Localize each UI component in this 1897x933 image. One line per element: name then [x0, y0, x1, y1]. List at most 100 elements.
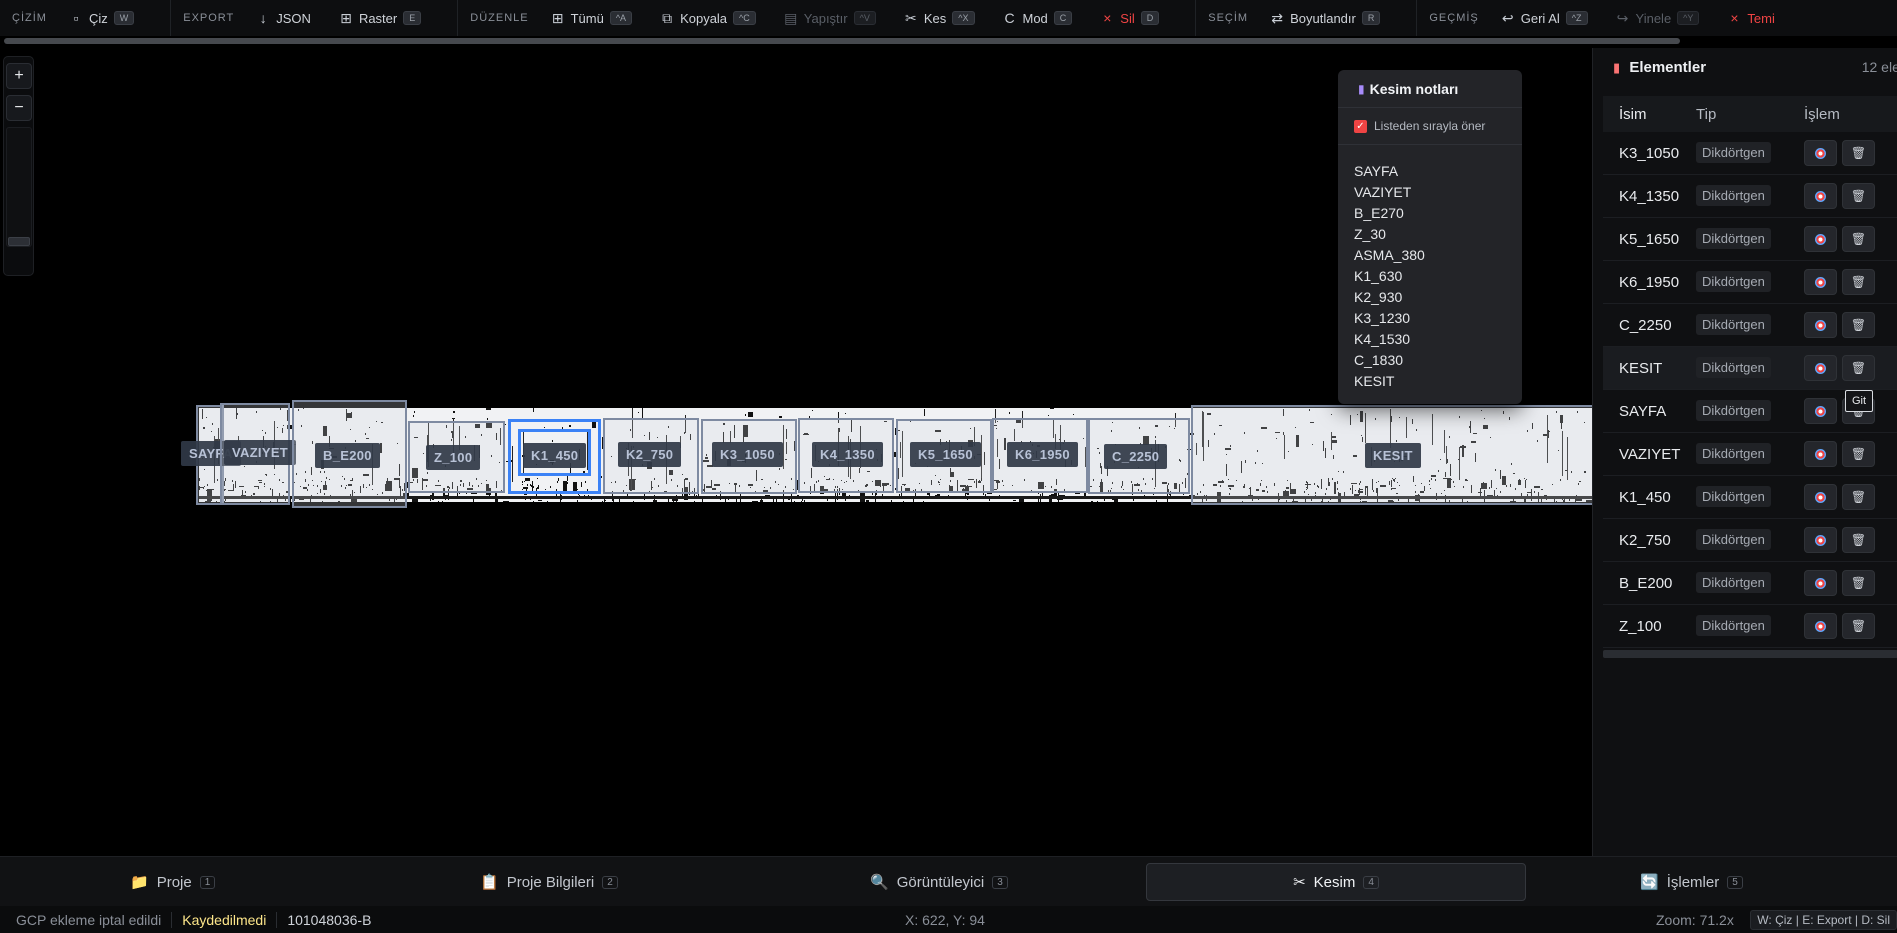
element-name: VAZIYET — [1619, 445, 1681, 463]
geri-al-button[interactable]: ↩ Geri Al ^Z — [1501, 10, 1588, 27]
toolbar-group-label: DÜZENLE — [470, 12, 529, 24]
tumu-button[interactable]: ⊞ Tümü ^A — [551, 10, 633, 27]
raster-button[interactable]: ⊞ Raster E — [339, 9, 422, 27]
scissors-icon: ✂ — [1293, 874, 1306, 891]
tab-proje[interactable]: 📁 Proje 1 — [130, 863, 216, 901]
goto-button[interactable] — [1804, 484, 1837, 510]
goto-button[interactable] — [1804, 226, 1837, 252]
toolbar-button-label: Mod — [1022, 10, 1048, 26]
delete-element-button[interactable]: 🗑 — [1842, 183, 1875, 209]
cut-region-label: K1_450 — [523, 443, 587, 468]
table-row[interactable]: C_2250 Dikdörtgen 🗑 — [1603, 304, 1897, 347]
elements-title-text: Elementler — [1629, 58, 1707, 76]
cut-note-item: ASMA_380 — [1354, 247, 1425, 263]
horizontal-scrollbar[interactable] — [4, 38, 1680, 44]
trash-icon: 🗑 — [1850, 361, 1867, 375]
delete-element-button[interactable]: 🗑 — [1842, 140, 1875, 166]
cut-region-label: K2_750 — [618, 442, 682, 467]
table-row[interactable]: Z_100 Dikdörtgen 🗑 — [1603, 605, 1897, 648]
goto-button[interactable] — [1804, 269, 1837, 295]
kopyala-button[interactable]: ⧉ Kopyala ^C — [660, 10, 756, 27]
toolbar-button-label: Tümü — [570, 10, 604, 26]
cut-region-label: KESIT — [1365, 443, 1421, 468]
cut-note-item: VAZIYET — [1354, 184, 1412, 200]
table-row[interactable]: B_E200 Dikdörtgen 🗑 — [1603, 562, 1897, 605]
status-separator — [171, 911, 173, 928]
shortcut-key: 2 — [602, 875, 618, 889]
goto-button[interactable] — [1804, 570, 1837, 596]
zoom-in-button[interactable]: + — [6, 63, 32, 89]
tab-i-slemler[interactable]: 🔄 İşlemler 5 — [1640, 863, 1743, 901]
shortcut-key: D — [1140, 11, 1160, 25]
table-row[interactable]: K5_1650 Dikdörtgen 🗑 — [1603, 218, 1897, 261]
element-type-badge: Dikdörtgen — [1696, 443, 1771, 464]
element-actions: 🗑 — [1804, 140, 1875, 166]
cut-region-label: C_2250 — [1104, 444, 1168, 469]
target-icon — [1815, 577, 1826, 589]
element-name: Z_100 — [1619, 617, 1662, 635]
suggest-from-list-checkbox[interactable]: ✓ — [1354, 119, 1367, 133]
goto-button[interactable] — [1804, 355, 1837, 381]
goto-button[interactable] — [1804, 613, 1837, 639]
table-row[interactable]: K2_750 Dikdörtgen 🗑 — [1603, 519, 1897, 562]
tab-label: Proje Bilgileri — [506, 873, 595, 891]
tab-kesim[interactable]: ✂ Kesim 4 — [1146, 863, 1526, 901]
zoom-out-button[interactable]: − — [6, 95, 32, 121]
goto-button[interactable] — [1804, 441, 1837, 467]
element-name: K2_750 — [1619, 531, 1671, 549]
tab-label: Görüntüleyici — [896, 873, 985, 891]
magnifier-icon: 🔍 — [870, 874, 889, 891]
tab-proje-bilgileri[interactable]: 📋 Proje Bilgileri 2 — [480, 863, 618, 901]
delete-element-button[interactable]: 🗑 — [1842, 312, 1875, 338]
suggest-from-list-option[interactable]: ✓ Listeden sırayla öner — [1338, 108, 1522, 144]
zoom-slider-thumb[interactable] — [8, 237, 30, 246]
delete-element-button[interactable]: 🗑 — [1842, 226, 1875, 252]
cut-notes-header: ▮ Kesim notları — [1338, 70, 1522, 108]
ciz-button[interactable]: ▫ Çiz W — [69, 10, 135, 26]
table-row[interactable]: KESIT Dikdörtgen 🗑 — [1603, 347, 1897, 390]
yinele-button[interactable]: ↪ Yinele ^Y — [1616, 10, 1700, 27]
shortcut-key: 4 — [1363, 875, 1379, 889]
delete-element-button[interactable]: 🗑 — [1842, 441, 1875, 467]
json-button[interactable]: ↓ JSON — [256, 10, 311, 26]
status-separator — [276, 911, 278, 928]
temi-button[interactable]: × Temi — [1727, 10, 1775, 26]
tab-goruntuleyici[interactable]: 🔍 Görüntüleyici 3 — [870, 863, 1008, 901]
mod-button[interactable]: C Mod C — [1003, 10, 1073, 26]
elements-table-scrollbar[interactable] — [1603, 650, 1897, 658]
sil-button[interactable]: × Sil D — [1100, 10, 1160, 26]
kes-button[interactable]: ✂ Kes ^X — [904, 10, 975, 27]
table-row[interactable]: K6_1950 Dikdörtgen 🗑 — [1603, 261, 1897, 304]
table-row[interactable]: K4_1350 Dikdörtgen 🗑 — [1603, 175, 1897, 218]
zoom-control: + − — [3, 56, 34, 276]
boyutlandir-button[interactable]: ⇄ Boyutlandır R — [1270, 10, 1381, 27]
goto-button[interactable] — [1804, 140, 1837, 166]
delete-element-button[interactable]: 🗑 — [1842, 269, 1875, 295]
delete-element-button[interactable]: 🗑 — [1842, 484, 1875, 510]
tab-label: Proje — [156, 873, 192, 891]
grid-icon: ⊞ — [340, 9, 352, 26]
toolbar-button-label: JSON — [276, 10, 311, 26]
goto-button[interactable] — [1804, 183, 1837, 209]
target-icon — [1815, 362, 1826, 374]
shortcut-key: ^X — [952, 11, 975, 25]
trash-icon: 🗑 — [1850, 576, 1867, 590]
goto-button[interactable] — [1804, 527, 1837, 553]
element-type-badge: Dikdörtgen — [1696, 185, 1771, 206]
goto-button[interactable] — [1804, 312, 1837, 338]
table-row[interactable]: VAZIYET Dikdörtgen 🗑 — [1603, 433, 1897, 476]
yapistir-button[interactable]: ▤ Yapıştır ^V — [784, 10, 876, 27]
delete-element-button[interactable]: 🗑 — [1842, 613, 1875, 639]
delete-element-button[interactable]: 🗑 — [1842, 527, 1875, 553]
element-name: C_2250 — [1619, 316, 1672, 334]
table-row[interactable]: K1_450 Dikdörtgen 🗑 — [1603, 476, 1897, 519]
delete-element-button[interactable]: 🗑 — [1842, 570, 1875, 596]
toolbar-group-label: GEÇMİŞ — [1429, 12, 1479, 24]
table-row[interactable]: K3_1050 Dikdörtgen 🗑 — [1603, 132, 1897, 175]
zoom-slider-track[interactable] — [6, 127, 32, 247]
element-name: K3_1050 — [1619, 144, 1680, 162]
goto-button[interactable] — [1804, 398, 1837, 424]
elements-table: İsim Tip İşlem K3_1050 Dikdörtgen 🗑 K4_1350… — [1603, 96, 1897, 648]
element-actions: 🗑 — [1804, 527, 1875, 553]
delete-element-button[interactable]: 🗑 — [1842, 355, 1875, 381]
